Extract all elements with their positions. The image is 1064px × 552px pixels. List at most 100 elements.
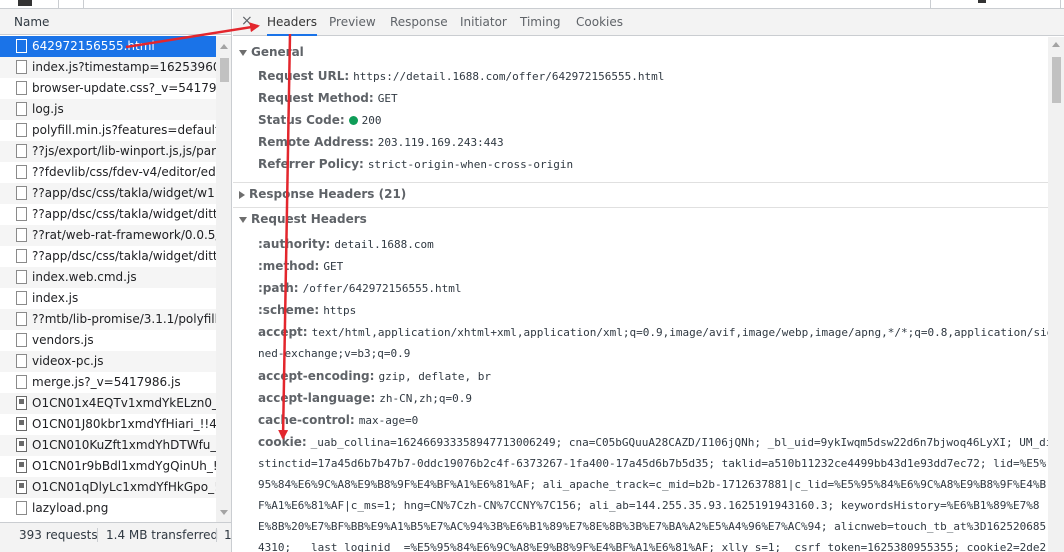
scroll-down-arrow-icon[interactable] bbox=[220, 510, 228, 515]
general-row: Request Method: GET bbox=[258, 87, 398, 109]
request-name: O1CN01J80kbr1xmdYfHiari_!!4039 bbox=[32, 417, 216, 431]
request-name: vendors.js bbox=[32, 333, 94, 347]
request-header-row: accept: text/html,application/xhtml+xml,a… bbox=[258, 321, 1053, 343]
request-row[interactable]: ??rat/web-rat-framework/0.0.5/ind bbox=[0, 225, 216, 246]
request-row[interactable]: vendors.js bbox=[0, 330, 216, 351]
transferred-size: 1.4 MB transferred bbox=[106, 528, 219, 542]
general-row: Request URL: https://detail.1688.com/offe… bbox=[258, 65, 664, 87]
request-row[interactable]: 642972156555.html bbox=[0, 36, 216, 57]
headers-scrollbar[interactable] bbox=[1048, 37, 1064, 552]
top-strip-tick bbox=[930, 0, 931, 9]
scrollbar-thumb[interactable] bbox=[1052, 57, 1061, 103]
request-row[interactable]: ??js/export/lib-winport.js,js/part/n. bbox=[0, 141, 216, 162]
request-row[interactable]: index.js?timestamp=16253960814 bbox=[0, 57, 216, 78]
request-name: ??rat/web-rat-framework/0.0.5/ind bbox=[32, 228, 216, 242]
request-row[interactable]: browser-update.css?_v=5417986.c bbox=[0, 78, 216, 99]
header-value: https bbox=[323, 304, 357, 317]
request-header-row: :path:/offer/642972156555.html bbox=[258, 277, 462, 299]
request-name: ??js/export/lib-winport.js,js/part/n. bbox=[32, 144, 216, 158]
request-row[interactable]: index.js bbox=[0, 288, 216, 309]
top-strip-tick bbox=[58, 0, 59, 9]
image-file-icon bbox=[16, 438, 27, 452]
request-row[interactable]: O1CN010KuZft1xmdYhDTWfu_!!40 bbox=[0, 435, 216, 456]
close-icon[interactable]: × bbox=[241, 13, 253, 29]
request-row[interactable]: O1CN01r9bBdl1xmdYgQinUh_!!40 bbox=[0, 456, 216, 477]
image-file-icon bbox=[16, 480, 27, 494]
document-file-icon bbox=[16, 312, 27, 326]
request-row[interactable]: O1CN01qDlyLc1xmdYfHkGpo_!!40 bbox=[0, 477, 216, 498]
header-key: Status Code: bbox=[258, 113, 345, 127]
header-key: :path: bbox=[258, 281, 299, 295]
request-row[interactable]: O1CN01J80kbr1xmdYfHiari_!!4039 bbox=[0, 414, 216, 435]
request-row[interactable]: O1CN01x4EQTv1xmdYkELzn0_!!40 bbox=[0, 393, 216, 414]
request-row[interactable]: index.web.cmd.js bbox=[0, 267, 216, 288]
tab-preview[interactable]: Preview bbox=[329, 9, 376, 36]
document-file-icon bbox=[16, 186, 27, 200]
header-key: :scheme: bbox=[258, 303, 320, 317]
request-row[interactable]: ??app/dsc/css/takla/widget/ditto/l bbox=[0, 246, 216, 267]
tab-headers[interactable]: Headers bbox=[267, 9, 317, 36]
request-header-row: :method: GET bbox=[258, 255, 343, 277]
response-headers-title: Response Headers (21) bbox=[249, 187, 407, 201]
request-header-row: :scheme: https bbox=[258, 299, 356, 321]
expand-triangle-icon[interactable] bbox=[239, 216, 247, 223]
request-name: index.js bbox=[32, 291, 79, 305]
general-row: Remote Address: 203.119.169.243:443 bbox=[258, 131, 504, 153]
name-column-header[interactable]: Name bbox=[0, 9, 231, 35]
document-file-icon bbox=[16, 144, 27, 158]
document-file-icon bbox=[16, 39, 27, 53]
document-file-icon bbox=[16, 375, 27, 389]
request-name: O1CN010KuZft1xmdYhDTWfu_!!40 bbox=[32, 438, 216, 452]
header-value: detail.1688.com bbox=[334, 238, 434, 251]
request-row[interactable]: log.js bbox=[0, 99, 216, 120]
general-section-header[interactable]: General bbox=[239, 42, 304, 62]
expand-triangle-icon[interactable] bbox=[239, 49, 247, 56]
header-value: text/html,application/xhtml+xml,applicat… bbox=[311, 326, 1054, 339]
top-strip-tick bbox=[83, 0, 84, 9]
header-value-continuation: ned-exchange;v=b3;q=0.9 bbox=[258, 347, 411, 360]
section-divider bbox=[233, 207, 1064, 208]
request-header-row: :authority: detail.1688.com bbox=[258, 233, 434, 255]
request-name: browser-update.css?_v=5417986.c bbox=[32, 81, 216, 95]
scrollbar-thumb[interactable] bbox=[220, 58, 229, 82]
header-value: max-age=0 bbox=[358, 414, 419, 427]
request-row[interactable]: merge.js?_v=5417986.js bbox=[0, 372, 216, 393]
status-ok-dot-icon bbox=[348, 116, 358, 125]
collapse-triangle-icon[interactable] bbox=[239, 190, 245, 199]
tab-initiator[interactable]: Initiator bbox=[460, 9, 507, 36]
request-row[interactable]: ??app/dsc/css/takla/widget/ditto/. bbox=[0, 204, 216, 225]
top-strip-mark bbox=[18, 0, 32, 6]
request-row[interactable]: videox-pc.js bbox=[0, 351, 216, 372]
tab-timing[interactable]: Timing bbox=[520, 9, 561, 36]
scroll-up-arrow-icon[interactable] bbox=[1052, 42, 1060, 47]
header-value: GET bbox=[377, 92, 398, 105]
header-value-continuation: F%A1%E6%81%AF|c_ms=1; hng=CN%7Czh-CN%7CC… bbox=[258, 499, 1040, 512]
scroll-up-arrow-icon[interactable] bbox=[220, 44, 228, 49]
document-file-icon bbox=[16, 60, 27, 74]
document-file-icon bbox=[16, 81, 27, 95]
header-value: zh-CN,zh;q=0.9 bbox=[379, 392, 472, 405]
request-list-scrollbar[interactable] bbox=[216, 36, 231, 522]
request-row[interactable]: ??app/dsc/css/takla/widget/w1190 bbox=[0, 183, 216, 204]
request-headers-section-header[interactable]: Request Headers bbox=[239, 209, 367, 229]
header-value: /offer/642972156555.html bbox=[302, 282, 462, 295]
header-value-continuation: E%8B%20%E7%BF%BB%E9%A1%B5%E7%AC%94%3B%E6… bbox=[258, 520, 1047, 533]
response-headers-section-header[interactable]: Response Headers (21) bbox=[239, 184, 406, 204]
request-name: O1CN01qDlyLc1xmdYfHkGpo_!!40 bbox=[32, 480, 216, 494]
header-key: cache-control: bbox=[258, 413, 355, 427]
tab-response[interactable]: Response bbox=[390, 9, 448, 36]
request-row[interactable]: lazyload.png bbox=[0, 498, 216, 519]
document-file-icon bbox=[16, 333, 27, 347]
request-row[interactable]: ??mtb/lib-promise/3.1.1/polyfillB.js bbox=[0, 309, 216, 330]
document-file-icon bbox=[16, 207, 27, 221]
header-value: GET bbox=[323, 260, 344, 273]
header-key: :method: bbox=[258, 259, 320, 273]
header-value: gzip, deflate, br bbox=[378, 370, 492, 383]
request-row[interactable]: polyfill.min.js?features=default,es2 bbox=[0, 120, 216, 141]
tab-cookies[interactable]: Cookies bbox=[576, 9, 623, 36]
request-headers-title: Request Headers bbox=[251, 212, 367, 226]
request-detail-panel: × Headers Preview Response Initiator Tim… bbox=[233, 9, 1064, 552]
image-file-icon bbox=[16, 417, 27, 431]
request-row[interactable]: ??fdevlib/css/fdev-v4/editor/edito bbox=[0, 162, 216, 183]
request-name: ??app/dsc/css/takla/widget/ditto/. bbox=[32, 207, 216, 221]
